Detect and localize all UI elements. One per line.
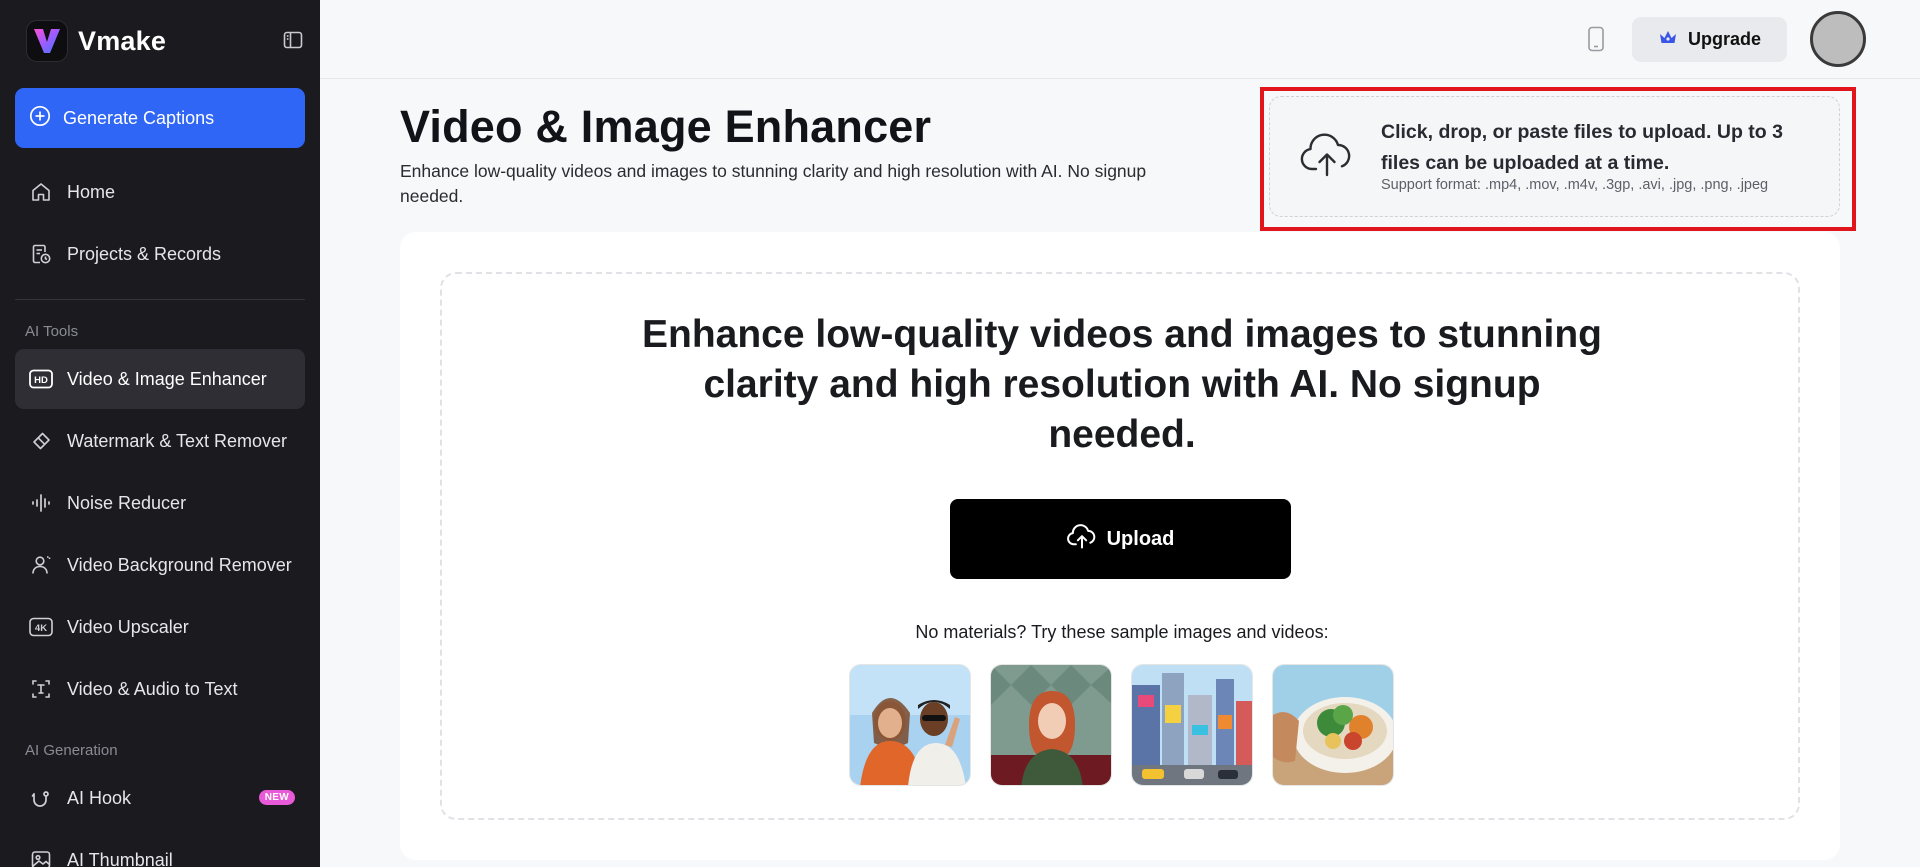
cloud-upload-icon bbox=[1300, 133, 1354, 184]
sidebar-item-video-audio-to-text[interactable]: Video & Audio to Text bbox=[15, 659, 305, 719]
sidebar-item-ai-hook[interactable]: AI Hook NEW bbox=[15, 768, 305, 828]
sidebar-item-projects-records[interactable]: Projects & Records bbox=[15, 224, 305, 284]
hd-icon: HD bbox=[29, 367, 53, 391]
page-title: Video & Image Enhancer bbox=[400, 101, 932, 152]
sidebar-item-label: Noise Reducer bbox=[67, 492, 187, 513]
upgrade-button[interactable]: Upgrade bbox=[1632, 17, 1787, 62]
svg-text:HD: HD bbox=[34, 375, 48, 386]
plus-circle-icon bbox=[29, 105, 51, 132]
generate-captions-label: Generate Captions bbox=[63, 107, 215, 128]
mobile-phone-icon[interactable] bbox=[1581, 24, 1611, 54]
brand[interactable]: Vmake bbox=[26, 20, 166, 62]
document-clock-icon bbox=[29, 242, 53, 266]
sidebar-item-label: Home bbox=[67, 181, 116, 202]
eraser-icon bbox=[29, 429, 53, 453]
supported-formats: Support format: .mp4, .mov, .m4v, .3gp, … bbox=[1381, 177, 1769, 193]
person-cutout-icon bbox=[29, 553, 53, 577]
sample-woman-portrait[interactable] bbox=[990, 664, 1112, 786]
sidebar-item-label: Projects & Records bbox=[67, 243, 222, 264]
sidebar-item-label: AI Thumbnail bbox=[67, 849, 173, 867]
sidebar-item-ai-thumbnail[interactable]: AI Thumbnail bbox=[15, 830, 305, 867]
sidebar: Vmake Generate Captions Home Projects & … bbox=[0, 0, 320, 867]
sidebar-divider bbox=[15, 299, 305, 300]
user-avatar[interactable] bbox=[1810, 11, 1866, 67]
generate-captions-button[interactable]: Generate Captions bbox=[15, 88, 305, 148]
home-icon bbox=[29, 180, 53, 204]
drop-zone-text: Click, drop, or paste files to upload. U… bbox=[1381, 121, 1783, 174]
file-drop-zone[interactable]: Click, drop, or paste files to upload. U… bbox=[1269, 96, 1840, 217]
cloud-upload-icon bbox=[1066, 523, 1097, 555]
sample-gallery bbox=[849, 664, 1394, 786]
sidebar-item-home[interactable]: Home bbox=[15, 162, 305, 222]
sidebar-item-label: Video & Image Enhancer bbox=[67, 368, 267, 389]
page-subtitle: Enhance low-quality videos and images to… bbox=[400, 161, 1147, 206]
upload-label: Upload bbox=[1106, 527, 1175, 550]
upload-area[interactable]: Enhance low-quality videos and images to… bbox=[440, 272, 1800, 820]
sidebar-item-label: AI Hook bbox=[67, 787, 132, 808]
sidebar-item-noise-reducer[interactable]: Noise Reducer bbox=[15, 473, 305, 533]
vmake-logo-icon bbox=[26, 20, 68, 62]
samples-prompt: No materials? Try these sample images an… bbox=[915, 622, 1329, 642]
sidebar-item-label: Watermark & Text Remover bbox=[67, 430, 288, 451]
sidebar-item-label: Video Upscaler bbox=[67, 616, 189, 637]
sidebar-item-video-upscaler[interactable]: 4K Video Upscaler bbox=[15, 597, 305, 657]
section-label-ai-generation: AI Generation bbox=[25, 742, 118, 759]
new-badge: NEW bbox=[258, 790, 295, 805]
top-bar: Upgrade bbox=[320, 0, 1920, 79]
audio-wave-icon bbox=[29, 491, 53, 515]
sidebar-item-label: Video & Audio to Text bbox=[67, 678, 238, 699]
sidebar-item-watermark-text-remover[interactable]: Watermark & Text Remover bbox=[15, 411, 305, 471]
sidebar-item-video-background-remover[interactable]: Video Background Remover bbox=[15, 535, 305, 595]
sidebar-collapse-icon[interactable] bbox=[282, 29, 304, 51]
upload-button[interactable]: Upload bbox=[950, 499, 1291, 579]
sidebar-item-label: Video Background Remover bbox=[67, 554, 292, 575]
sample-city-street[interactable] bbox=[1131, 664, 1253, 786]
image-icon bbox=[29, 848, 53, 867]
sample-friends-selfie[interactable] bbox=[849, 664, 971, 786]
upload-headline: Enhance low-quality videos and images to… bbox=[642, 313, 1602, 456]
crown-icon bbox=[1658, 28, 1678, 51]
upgrade-label: Upgrade bbox=[1687, 29, 1761, 49]
4k-icon: 4K bbox=[29, 615, 53, 639]
main-card: Enhance low-quality videos and images to… bbox=[400, 232, 1840, 860]
section-label-ai-tools: AI Tools bbox=[25, 323, 79, 340]
brand-name: Vmake bbox=[78, 25, 167, 56]
hook-icon bbox=[29, 786, 53, 810]
sidebar-item-video-image-enhancer[interactable]: HD Video & Image Enhancer bbox=[15, 349, 305, 409]
sample-food-bowl[interactable] bbox=[1272, 664, 1394, 786]
text-cursor-icon bbox=[29, 677, 53, 701]
svg-text:4K: 4K bbox=[35, 623, 47, 634]
